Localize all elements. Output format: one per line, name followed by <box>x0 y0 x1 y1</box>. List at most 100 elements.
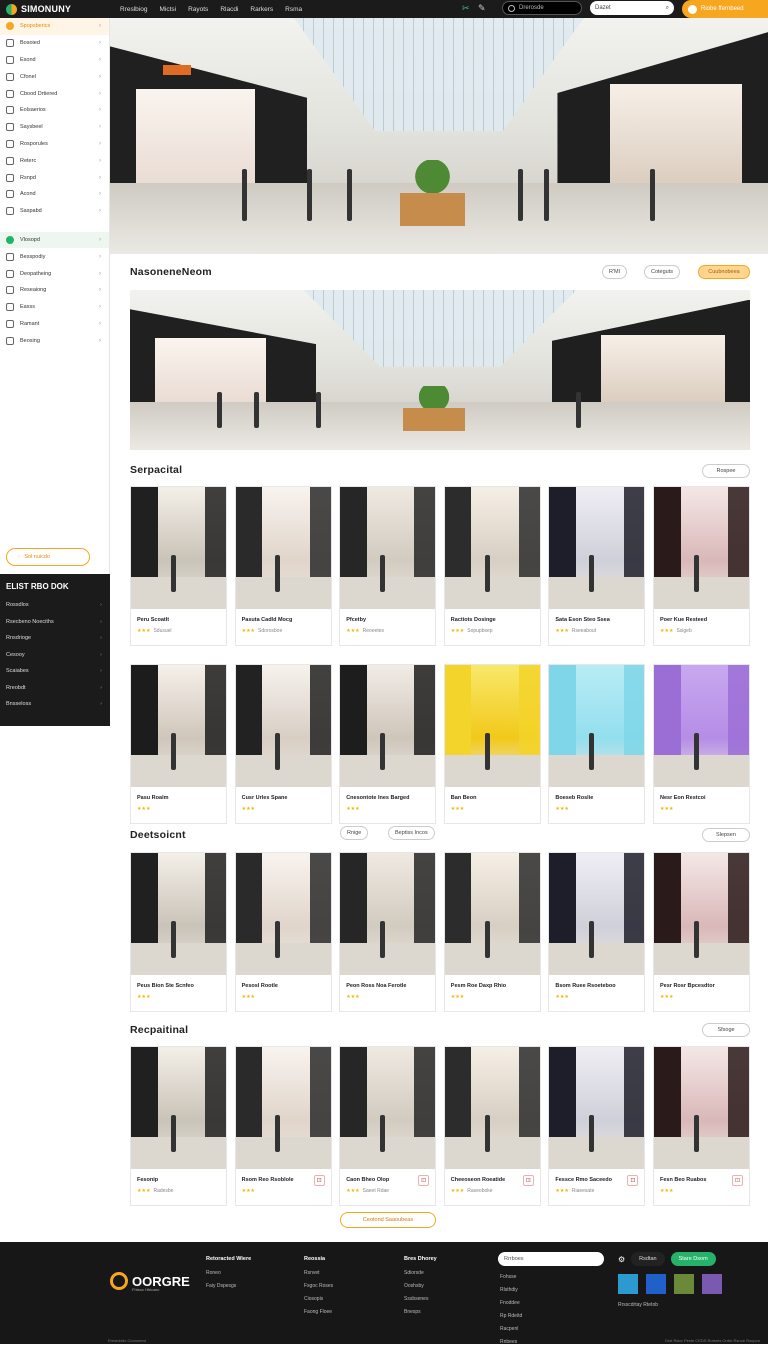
destination-chip[interactable]: Beptiss Incos <box>388 826 435 840</box>
location-input[interactable]: Dazet ⌕ <box>590 1 674 15</box>
sidebar-item[interactable]: Reterc › <box>0 152 109 169</box>
footer-link[interactable]: Fsgoc Roses <box>304 1283 333 1289</box>
store-card[interactable]: Caon Bheo Olop ★★★ Saeet Rdae ⊡ <box>339 1046 437 1206</box>
sidebar-item[interactable]: Eolsaerios › <box>0 102 109 119</box>
app-logo[interactable]: SIMONUNY <box>0 3 110 15</box>
footer-link[interactable]: Rp Rdeitd <box>500 1313 522 1319</box>
app-tile-icon[interactable] <box>674 1274 694 1294</box>
destination-chip[interactable]: Rnige <box>340 826 369 840</box>
footer-link[interactable]: Ooshsby <box>404 1283 437 1289</box>
footer-link[interactable]: Fohsse <box>500 1274 522 1280</box>
store-card[interactable]: Poer Kue Resteed ★★★ Ssigeb <box>653 486 750 646</box>
footer-logo[interactable]: OORGRE Fhtsoc Hbtoaro <box>110 1272 190 1292</box>
store-card[interactable]: Bsom Ruee Rsoeteboo ★★★ <box>548 852 646 1012</box>
footer-link[interactable]: Bnesps <box>404 1309 437 1315</box>
tools-icon[interactable]: ✂ <box>462 3 470 14</box>
store-card[interactable]: Pasuta Cadld Mocg ★★★ Sdorosboe <box>234 486 332 646</box>
sidebar-dark-item[interactable]: Rnsdrioge › <box>0 630 110 647</box>
top-nav-item[interactable]: Rayots <box>188 6 208 13</box>
footer-cta-pill[interactable]: Stare Dsom <box>670 1252 716 1266</box>
featured-image[interactable] <box>130 290 750 450</box>
top-nav-item[interactable]: Rlacdi <box>220 6 238 13</box>
store-card[interactable]: Ractiots Dosinge ★★★ Sopupbsep <box>443 486 541 646</box>
sidebar-item[interactable]: Beosing › <box>0 332 109 349</box>
destination-more-button[interactable]: Slepsen <box>702 828 750 842</box>
store-card[interactable]: Boeseb Roslie ★★★ <box>548 664 646 824</box>
bookmark-icon[interactable]: ⊡ <box>732 1175 743 1186</box>
sidebar-item[interactable]: Reseaiong › <box>0 282 109 299</box>
store-card[interactable]: Peru Scoatlt ★★★ Sdusuel <box>130 486 227 646</box>
sidebar-pill-button[interactable]: ◌ Sol nuicdo <box>6 548 90 566</box>
footer-link[interactable]: Ciosopis <box>304 1296 333 1302</box>
sidebar-item[interactable]: Besspodiy › <box>0 248 109 265</box>
featured-chip[interactable]: R'MI <box>602 265 628 279</box>
store-card[interactable]: Pesm Roe Daxp Rhio ★★★ <box>443 852 541 1012</box>
footer-link[interactable]: Faiy Dspesgs <box>206 1283 251 1289</box>
top-nav-item[interactable]: Rarkers <box>250 6 273 13</box>
sidebar-dark-item[interactable]: Rossdlos › <box>0 597 110 614</box>
store-card[interactable]: Sata Eson Steo Ssea ★★★ Rseeabout <box>548 486 646 646</box>
footer-link[interactable]: Rlsthdiy <box>500 1287 522 1293</box>
store-card[interactable]: Rsom Reo Rsoblole ★★★ ⊡ <box>234 1046 332 1206</box>
sidebar-item[interactable]: Cfonel › <box>0 68 109 85</box>
bookmark-icon[interactable]: ⊡ <box>313 1175 325 1186</box>
store-card[interactable]: Pasu Roalm ★★★ <box>130 664 227 824</box>
sidebar-item[interactable]: Spopsberics › <box>0 18 109 35</box>
app-tile-icon[interactable] <box>646 1274 666 1294</box>
footer-pill[interactable]: Rsdtan <box>631 1252 665 1266</box>
store-card[interactable]: Ban Beon ★★★ <box>443 664 541 824</box>
bookmark-icon[interactable]: ⊡ <box>522 1175 534 1186</box>
recent-more-button[interactable]: Sfsoge <box>702 1023 750 1037</box>
top-nav-item[interactable]: Mictsi <box>159 6 176 13</box>
app-tile-icon[interactable] <box>618 1274 638 1294</box>
store-card[interactable]: Cheeoseon Roeatide ★★★ Raseoboke ⊡ <box>443 1046 541 1206</box>
sidebar-item[interactable]: Deopatheing › <box>0 265 109 282</box>
store-card[interactable]: Fesn Beo Ruabos ★★★ ⊡ <box>653 1046 750 1206</box>
sidebar-item[interactable]: Bosoied › <box>0 35 109 52</box>
store-card[interactable]: Pfcetby ★★★ Reoeetes <box>339 486 437 646</box>
hero-banner[interactable] <box>110 18 768 254</box>
store-card[interactable]: Peon Ross Noa Ferotle ★★★ <box>339 852 437 1012</box>
sidebar-item[interactable]: Rsnpd › <box>0 169 109 186</box>
footer-link[interactable]: Sdiorsde <box>404 1270 437 1276</box>
sidebar-dark-item[interactable]: Cesooy › <box>0 647 110 664</box>
sidebar-item[interactable]: Esond › <box>0 52 109 69</box>
sidebar-dark-item[interactable]: Scaiabes › <box>0 663 110 680</box>
store-card[interactable]: Peus Bion Ste Scnfeo ★★★ <box>130 852 227 1012</box>
settings-icon[interactable]: ⚙ <box>618 1255 625 1264</box>
sidebar-item[interactable]: Rosporules › <box>0 136 109 153</box>
footer-link[interactable]: Rsnvet <box>304 1270 333 1276</box>
pen-icon[interactable]: ✎ <box>478 3 486 14</box>
top-search-input[interactable]: Drerosde <box>502 1 582 15</box>
store-card[interactable]: Nesr Eon Restcoi ★★★ <box>653 664 750 824</box>
sidebar-item[interactable]: Saspabd › <box>0 203 109 220</box>
load-more-button[interactable]: Ceotond Saaoubeas <box>340 1212 436 1228</box>
bookmark-icon[interactable]: ⊡ <box>627 1175 639 1186</box>
footer-link[interactable]: Faong Floee <box>304 1309 333 1315</box>
sidebar-item[interactable]: Vlosopd › <box>0 231 109 249</box>
store-card[interactable]: Cusr Urles Spane ★★★ <box>234 664 332 824</box>
featured-chip[interactable]: Cuubnobeea <box>698 265 750 279</box>
sidebar-item[interactable]: Eaxss › <box>0 299 109 316</box>
store-card[interactable]: Fessce Rmo Saceedo ★★★ Riaeesate ⊡ <box>548 1046 646 1206</box>
sidebar-item[interactable]: Cbood Drtiered › <box>0 85 109 102</box>
top-nav-item[interactable]: Rsma <box>285 6 302 13</box>
footer-link[interactable]: Racpenl <box>500 1326 522 1332</box>
sidebar-item[interactable]: Saysbeel › <box>0 119 109 136</box>
sidebar-dark-item[interactable]: Rreobdt › <box>0 680 110 697</box>
footer-link[interactable]: Roneo <box>206 1270 251 1276</box>
sidebar-item[interactable]: Acond › <box>0 186 109 203</box>
store-card[interactable]: Cnesontote Ines Barged ★★★ <box>339 664 437 824</box>
sidebar-dark-item[interactable]: Bnsseloss › <box>0 696 110 713</box>
footer-newsletter-input[interactable]: Rrrboes <box>498 1252 604 1266</box>
special-more-button[interactable]: Rospee <box>702 464 750 478</box>
featured-chip[interactable]: Coteguts <box>644 265 681 279</box>
top-nav-item[interactable]: Rreslbiog <box>120 6 147 13</box>
store-card[interactable]: Pesr Rosr Bpcesdtor ★★★ <box>653 852 750 1012</box>
bookmark-icon[interactable]: ⊡ <box>418 1175 430 1186</box>
footer-link[interactable]: Fnoddee <box>500 1300 522 1306</box>
sidebar-item[interactable]: Ramant › <box>0 316 109 333</box>
store-card[interactable]: Pesosl Rootle ★★★ <box>234 852 332 1012</box>
top-cta-button[interactable]: Riobe ffernbeed <box>682 0 768 18</box>
app-tile-icon[interactable] <box>702 1274 722 1294</box>
